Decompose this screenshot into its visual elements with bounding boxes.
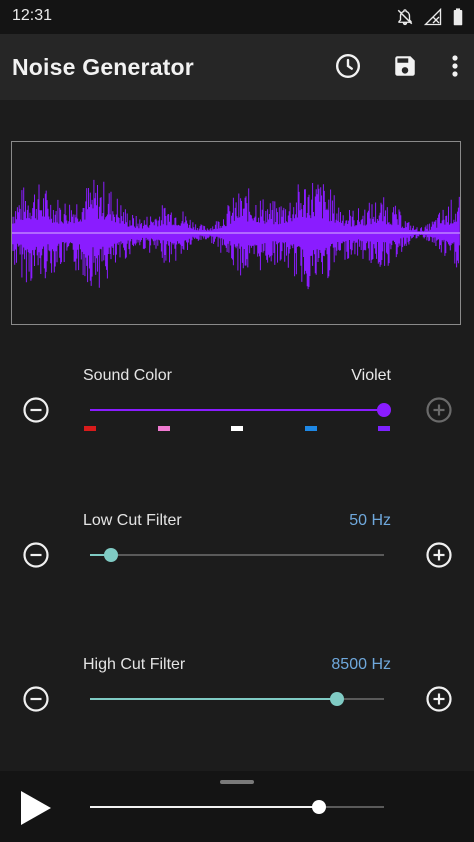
waveform-display [11, 141, 461, 325]
sound-color-label: Sound Color [83, 367, 172, 384]
player-bar [0, 771, 474, 842]
notifications-off-icon [397, 9, 413, 26]
volume-slider-fill [90, 806, 319, 808]
low-cut-slider-thumb[interactable] [104, 548, 118, 562]
high-cut-decrease-button[interactable] [22, 685, 50, 713]
high-cut-filter-value: 8500 Hz [331, 656, 391, 673]
battery-icon [453, 8, 463, 26]
status-bar: 12:31 [0, 0, 474, 34]
status-icons [396, 8, 464, 26]
bottom-sheet-drag-handle[interactable] [220, 780, 254, 784]
sound-color-value: Violet [351, 367, 391, 384]
play-button[interactable] [18, 789, 54, 827]
low-cut-filter-value: 50 Hz [349, 512, 391, 529]
status-time: 12:31 [12, 7, 53, 24]
high-cut-filter-label: High Cut Filter [83, 656, 186, 673]
sound-color-increase-button[interactable] [425, 396, 453, 424]
high-cut-slider-fill [90, 698, 337, 700]
app-bar: Noise Generator [0, 34, 474, 100]
sound-color-slider-thumb[interactable] [377, 403, 391, 417]
low-cut-slider[interactable] [90, 548, 384, 562]
no-signal-icon [424, 8, 442, 26]
high-cut-slider[interactable] [90, 692, 384, 706]
sound-color-slider-fill [90, 409, 384, 411]
volume-slider[interactable] [90, 800, 384, 814]
waveform-noise [11, 179, 460, 290]
save-button[interactable] [387, 48, 423, 84]
volume-slider-thumb[interactable] [312, 800, 326, 814]
low-cut-increase-button[interactable] [425, 541, 453, 569]
color-marker-white [231, 426, 243, 431]
waveform-graph [11, 179, 460, 290]
color-marker-red [84, 426, 96, 431]
low-cut-filter-label: Low Cut Filter [83, 512, 182, 529]
high-cut-increase-button[interactable] [425, 685, 453, 713]
low-cut-decrease-button[interactable] [22, 541, 50, 569]
sound-color-slider[interactable] [90, 403, 391, 417]
color-marker-pink [158, 426, 170, 431]
more-options-button[interactable] [437, 48, 473, 84]
app-title: Noise Generator [12, 54, 194, 80]
color-marker-violet [378, 426, 390, 431]
clock-icon [335, 53, 361, 79]
more-vert-icon [452, 55, 458, 77]
color-marker-blue [305, 426, 317, 431]
sound-color-decrease-button[interactable] [22, 396, 50, 424]
high-cut-slider-thumb[interactable] [330, 692, 344, 706]
timer-button[interactable] [330, 48, 366, 84]
save-icon [395, 56, 415, 76]
play-icon [21, 791, 51, 825]
